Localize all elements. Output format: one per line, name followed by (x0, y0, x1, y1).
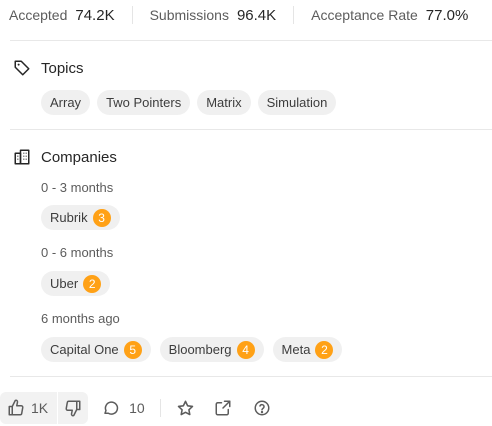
section-divider (10, 376, 492, 377)
thumbs-up-icon (8, 399, 24, 416)
company-name: Uber (50, 276, 79, 291)
company-name: Bloomberg (168, 342, 232, 357)
accepted-label: Accepted (9, 7, 68, 23)
company-chips: Uber 2 (41, 271, 111, 296)
period-label: 6 months ago (41, 311, 120, 326)
share-button[interactable] (214, 399, 232, 417)
submissions-label: Submissions (149, 7, 229, 23)
company-chip-meta[interactable]: Meta 2 (272, 337, 343, 362)
like-button[interactable]: 1K (0, 392, 57, 424)
comment-icon (104, 401, 119, 415)
period-label: 0 - 6 months (41, 245, 114, 260)
thumbs-down-icon (65, 400, 81, 417)
companies-title: Companies (41, 148, 117, 166)
comments-button[interactable]: 10 (102, 399, 145, 417)
topic-chip-two-pointers[interactable]: Two Pointers (97, 90, 191, 115)
company-chip-uber[interactable]: Uber 2 (41, 271, 111, 296)
company-chips: Capital One 5 Bloomberg 4 Meta 2 (41, 337, 343, 362)
topic-chips: Array Two Pointers Matrix Simulation (41, 90, 337, 115)
company-chips: Rubrik 3 (41, 205, 120, 230)
favorite-button[interactable] (176, 399, 195, 418)
acceptance-value: 77.0% (425, 6, 469, 24)
company-chip-capital-one[interactable]: Capital One 5 (41, 337, 151, 362)
section-divider (10, 129, 492, 130)
topic-chip-matrix[interactable]: Matrix (197, 90, 251, 115)
like-count: 1K (31, 400, 49, 416)
accepted-stat: Accepted 74.2K (9, 7, 115, 24)
dislike-button[interactable] (58, 392, 88, 424)
submissions-value: 96.4K (236, 6, 277, 24)
submissions-stat: Submissions 96.4K (150, 7, 277, 24)
star-icon (177, 400, 193, 415)
acceptance-stat: Acceptance Rate 77.0% (311, 7, 468, 24)
company-chip-bloomberg[interactable]: Bloomberg 4 (159, 337, 264, 362)
help-icon (254, 400, 270, 416)
footer-divider (159, 399, 161, 417)
topic-chip-array[interactable]: Array (41, 90, 91, 115)
tag-icon (12, 58, 32, 78)
company-chip-rubrik[interactable]: Rubrik 3 (41, 205, 120, 230)
company-count-badge: 5 (123, 340, 142, 359)
topics-header[interactable]: Topics (12, 58, 84, 78)
acceptance-label: Acceptance Rate (311, 7, 418, 23)
topic-chip-simulation[interactable]: Simulation (257, 90, 337, 115)
period-label: 0 - 3 months (41, 180, 114, 195)
company-name: Capital One (50, 342, 119, 357)
stat-divider (131, 6, 133, 24)
comment-count: 10 (129, 400, 145, 416)
share-icon (215, 400, 231, 416)
company-name: Rubrik (50, 210, 88, 225)
company-name: Meta (281, 342, 311, 357)
company-count-badge: 3 (92, 208, 111, 227)
accepted-value: 74.2K (75, 6, 115, 24)
vote-group: 1K (0, 392, 89, 424)
topics-title: Topics (41, 59, 84, 77)
section-divider (10, 40, 492, 41)
company-count-badge: 2 (83, 274, 102, 293)
help-button[interactable] (253, 399, 271, 417)
stat-divider (293, 6, 295, 24)
company-count-badge: 4 (236, 340, 255, 359)
companies-header[interactable]: Companies (12, 147, 117, 167)
building-icon (12, 147, 32, 167)
action-bar: 1K 10 (0, 392, 271, 424)
stats-bar: Accepted 74.2K Submissions 96.4K Accepta… (0, 0, 492, 30)
company-count-badge: 2 (315, 340, 334, 359)
